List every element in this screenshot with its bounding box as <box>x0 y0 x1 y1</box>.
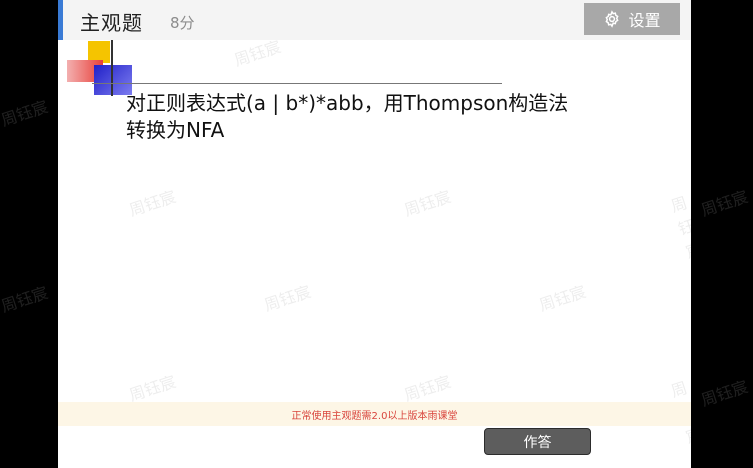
gear-icon <box>603 10 621 28</box>
version-notice-text: 正常使用主观题需2.0以上版本雨课堂 <box>291 411 458 422</box>
watermark: 周钰宸 <box>536 281 589 315</box>
page-title: 主观题 <box>80 11 143 35</box>
watermark: 周钰宸 <box>126 371 179 405</box>
decoration-horizontal-line <box>92 83 502 84</box>
watermark: 周钰宸 <box>698 186 751 220</box>
version-notice-bar: 正常使用主观题需2.0以上版本雨课堂 <box>58 402 691 426</box>
question-line: 转换为NFA <box>126 118 225 142</box>
watermark: 周钰宸 <box>401 186 454 220</box>
question-line: 对正则表达式(a | b*)*abb，用Thompson构造法 <box>126 91 569 115</box>
watermark: 周钰宸 <box>668 193 691 262</box>
slide-content: 对正则表达式(a | b*)*abb，用Thompson构造法 转换为NFA 周… <box>58 37 691 447</box>
settings-label: 设置 <box>628 11 661 30</box>
question-panel: 主观题 8分 设置 对正则表达式(a | b*)*abb，用Thompson构造… <box>58 0 691 468</box>
watermark: 周钰宸 <box>261 281 314 315</box>
settings-button[interactable]: 设置 <box>584 3 680 35</box>
watermark: 周钰宸 <box>0 96 51 130</box>
header-accent <box>58 0 63 40</box>
score-label: 8分 <box>170 14 195 32</box>
watermark: 周钰宸 <box>126 186 179 220</box>
answer-button[interactable]: 作答 <box>484 428 591 455</box>
question-text: 对正则表达式(a | b*)*abb，用Thompson构造法 转换为NFA <box>126 90 646 144</box>
decoration-vertical-line <box>111 40 113 96</box>
header-bar: 主观题 8分 设置 <box>58 0 691 40</box>
watermark: 周钰宸 <box>0 282 51 316</box>
watermark: 周钰宸 <box>698 376 751 410</box>
watermark: 周钰宸 <box>401 371 454 405</box>
